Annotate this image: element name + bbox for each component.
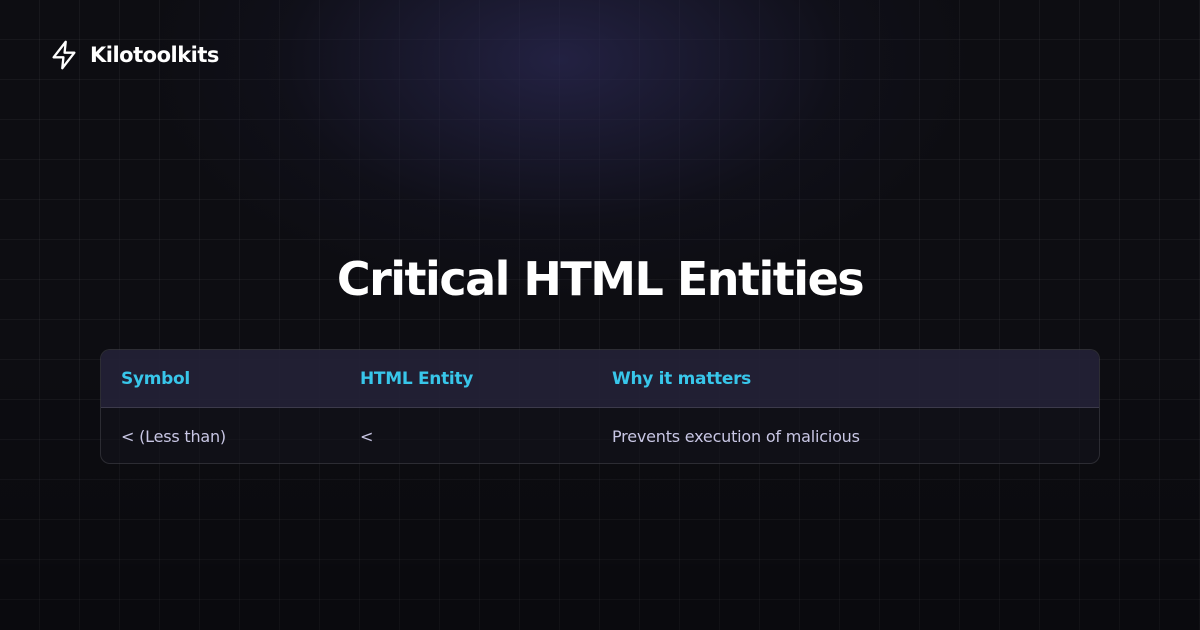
lightning-bolt-icon (52, 40, 76, 70)
column-header-why-it-matters: Why it matters (612, 368, 751, 389)
column-header-symbol: Symbol (121, 368, 190, 389)
entities-table: Symbol HTML Entity Why it matters < (Les… (100, 349, 1100, 464)
page-title: Critical HTML Entities (336, 252, 865, 306)
table-row: < (Less than) < Prevents execution of ma… (101, 408, 1099, 463)
brand-name: Kilotoolkits (90, 43, 219, 67)
brand-logo: Kilotoolkits (50, 40, 219, 70)
cell-html-entity: < (360, 426, 374, 446)
cell-symbol: < (Less than) (121, 426, 226, 446)
table-header-row: Symbol HTML Entity Why it matters (101, 350, 1099, 408)
cell-why-it-matters: Prevents execution of malicious (612, 426, 860, 446)
column-header-html-entity: HTML Entity (360, 368, 474, 389)
background-vignette (0, 0, 1200, 630)
